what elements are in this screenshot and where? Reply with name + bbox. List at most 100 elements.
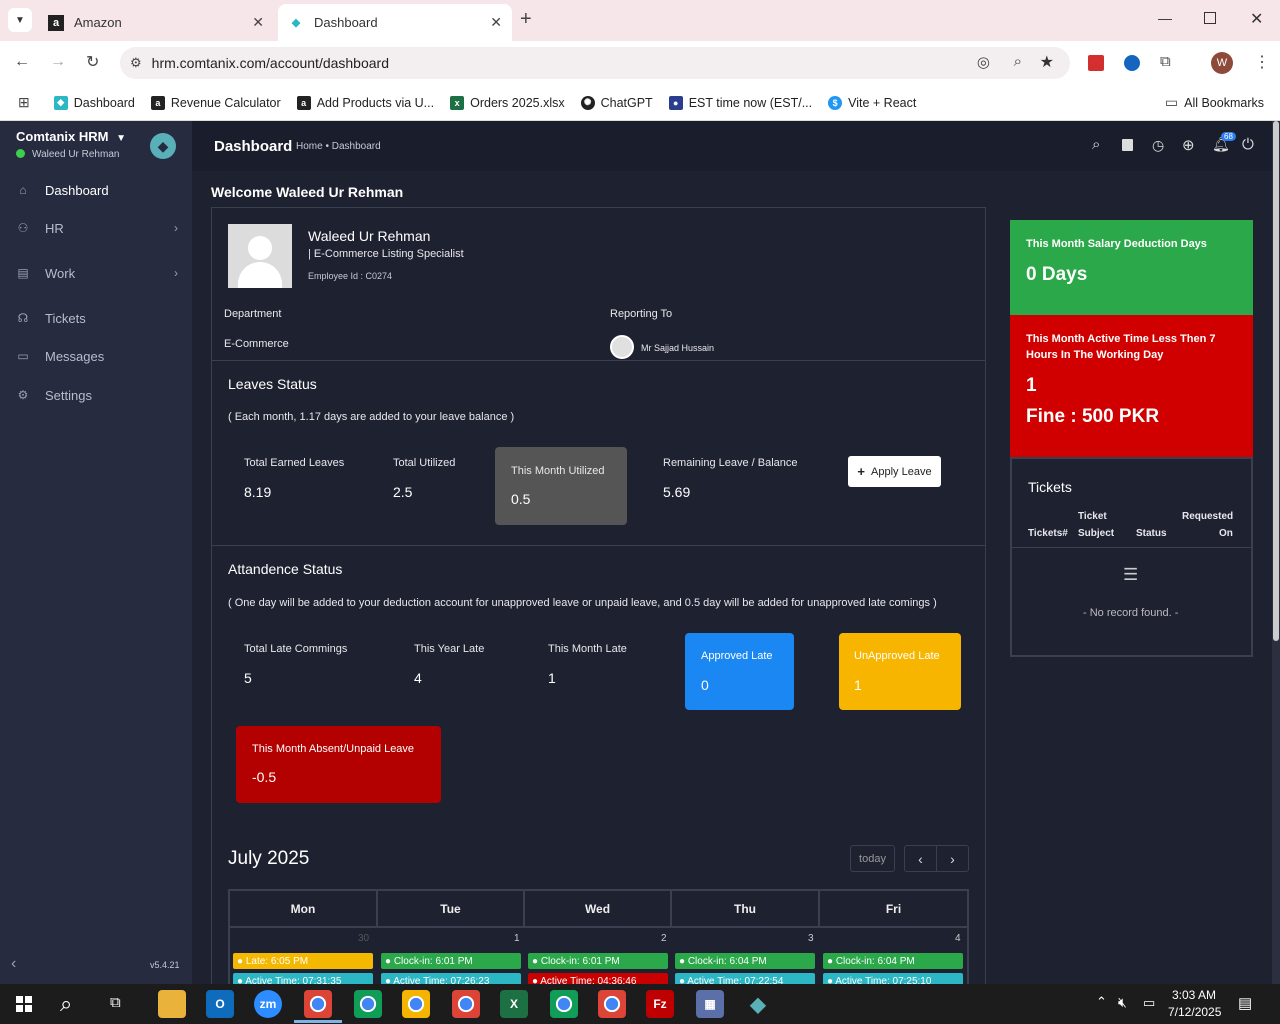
notification-center-icon[interactable]: ▤ xyxy=(1238,994,1252,1012)
apply-leave-button[interactable]: + Apply Leave xyxy=(848,456,941,487)
next-month-button[interactable]: › xyxy=(936,845,969,872)
calendar-event-clock[interactable]: ● Clock-in: 6:01 PM xyxy=(528,953,668,969)
tray-chevron-up-icon[interactable]: ⌃ xyxy=(1096,994,1107,1010)
tickets-col-number: Tickets# xyxy=(1028,528,1068,539)
new-tab-button[interactable]: + xyxy=(520,8,532,31)
calendar-event-active-time[interactable]: ● Active Time: 07:31:35 xyxy=(233,973,373,984)
apps-icon[interactable]: ⊞ xyxy=(18,94,30,111)
sidebar-item-tickets[interactable]: ☊ Tickets xyxy=(0,303,192,333)
comtanix-app-icon[interactable]: ◆ xyxy=(744,990,772,1018)
pdf-extension-icon[interactable] xyxy=(1088,55,1104,71)
tab-search-dropdown[interactable]: ▼ xyxy=(8,8,32,32)
calculator-icon[interactable]: ▦ xyxy=(696,990,724,1018)
calendar-event-clock[interactable]: ● Clock-in: 6:01 PM xyxy=(381,953,521,969)
calendar-day-header: Wed xyxy=(525,891,672,927)
bookmark-orders[interactable]: x Orders 2025.xlsx xyxy=(450,95,565,110)
total-utilized-label: Total Utilized xyxy=(393,457,456,469)
sidebar-item-label: Messages xyxy=(45,348,105,364)
chrome-icon[interactable] xyxy=(354,990,382,1018)
calendar-event-clock[interactable]: ● Late: 6:05 PM xyxy=(233,953,373,969)
close-tab-icon[interactable]: ✕ xyxy=(252,14,264,31)
bookmark-add-products[interactable]: a Add Products via U... xyxy=(296,95,434,110)
bookmark-star-icon[interactable]: ★ xyxy=(1040,52,1054,72)
calendar-event-active-time[interactable]: ● Active Time: 04:36:46 xyxy=(528,973,668,984)
add-circle-icon[interactable]: ⊕ xyxy=(1182,136,1195,154)
sidebar-item-settings[interactable]: ⚙ Settings xyxy=(0,380,192,410)
network-icon[interactable]: ▭ xyxy=(1143,995,1155,1011)
zoom-icon[interactable]: ⌕ xyxy=(1014,53,1022,70)
outlook-icon[interactable]: O xyxy=(206,990,234,1018)
sidebar-item-label: HR xyxy=(45,220,64,236)
search-icon[interactable]: ⌕ xyxy=(60,991,72,1017)
bookmark-dashboard[interactable]: ◆ Dashboard xyxy=(53,95,135,110)
total-earned-label: Total Earned Leaves xyxy=(244,457,345,469)
bookmark-revenue-calculator[interactable]: a Revenue Calculator xyxy=(150,95,281,110)
bookmark-vite-react[interactable]: $ Vite + React xyxy=(828,95,916,110)
clock-icon[interactable]: ◷ xyxy=(1152,137,1164,154)
notes-icon[interactable] xyxy=(1122,139,1133,151)
breadcrumb-current: Dashboard xyxy=(331,141,381,152)
windows-start-icon[interactable] xyxy=(16,996,32,1012)
remaining-label: Remaining Leave / Balance xyxy=(663,457,798,469)
sidebar-item-dashboard[interactable]: ⌂ Dashboard xyxy=(0,175,192,205)
calendar-event-active-time[interactable]: ● Active Time: 07:22:54 xyxy=(675,973,815,984)
address-bar[interactable]: ⚙ hrm.comtanix.com/account/dashboard ◎ ⌕… xyxy=(120,47,1070,79)
divider xyxy=(212,360,985,361)
calendar-grid: Mon Tue Wed Thu Fri 30 1 2 3 4 ● Late: 6… xyxy=(228,889,969,984)
salary-deduction-card: This Month Salary Deduction Days 0 Days xyxy=(1010,220,1253,315)
bookmark-est-time[interactable]: ● EST time now (EST/... xyxy=(668,95,812,110)
extension-icon[interactable] xyxy=(1124,55,1140,71)
employee-id: Employee Id : C0274 xyxy=(308,271,393,281)
calendar-event-clock[interactable]: ● Clock-in: 6:04 PM xyxy=(675,953,815,969)
sidebar-item-hr[interactable]: ⚇ HR › xyxy=(0,213,192,243)
zoom-icon[interactable]: zm xyxy=(254,990,282,1018)
power-icon[interactable]: ⏻ xyxy=(1242,136,1254,153)
volume-muted-icon[interactable]: 🔇︎ xyxy=(1118,994,1127,1011)
today-button[interactable]: today xyxy=(850,845,895,872)
all-bookmarks[interactable]: ▭ All Bookmarks xyxy=(1165,94,1264,111)
sidebar-item-work[interactable]: ▤ Work › xyxy=(0,258,192,288)
chrome-icon[interactable] xyxy=(304,990,332,1018)
forward-icon[interactable]: → xyxy=(50,53,66,71)
task-view-icon[interactable]: ⧉ xyxy=(110,994,121,1011)
brand-name[interactable]: Comtanix HRM ▼ xyxy=(16,129,126,144)
eye-off-icon[interactable]: ◎ xyxy=(977,53,990,71)
chrome-icon[interactable] xyxy=(598,990,626,1018)
page-scrollbar[interactable] xyxy=(1272,121,1280,984)
scrollbar-thumb[interactable] xyxy=(1273,121,1279,641)
collapse-sidebar-icon[interactable]: ‹ xyxy=(11,955,16,973)
profile-avatar[interactable]: W xyxy=(1211,52,1233,74)
url-text[interactable]: hrm.comtanix.com/account/dashboard xyxy=(152,55,389,71)
clock-date[interactable]: 7/12/2025 xyxy=(1168,1005,1221,1019)
excel-icon[interactable]: X xyxy=(500,990,528,1018)
month-utilized-card: This Month Utilized 0.5 xyxy=(495,447,627,525)
tab-amazon[interactable]: a Amazon ✕ xyxy=(38,4,274,41)
breadcrumb-home[interactable]: Home xyxy=(296,141,323,152)
calendar-event-active-time[interactable]: ● Active Time: 07:25:10 xyxy=(823,973,963,984)
prev-month-button[interactable]: ‹ xyxy=(904,845,937,872)
clock-time[interactable]: 3:03 AM xyxy=(1172,988,1216,1002)
puzzle-icon[interactable]: ⧉ xyxy=(1160,53,1171,70)
filezilla-icon[interactable]: Fz xyxy=(646,990,674,1018)
attendance-status-title: Attandence Status xyxy=(228,561,343,577)
chrome-icon[interactable] xyxy=(402,990,430,1018)
chrome-icon[interactable] xyxy=(452,990,480,1018)
attendance-note: ( One day will be added to your deductio… xyxy=(228,597,937,609)
tab-dashboard[interactable]: ◆ Dashboard ✕ xyxy=(278,4,512,41)
menu-icon[interactable]: ⋮ xyxy=(1254,52,1270,72)
bookmark-chatgpt[interactable]: ✺ ChatGPT xyxy=(580,95,653,110)
back-icon[interactable]: ← xyxy=(14,53,30,71)
site-info-icon[interactable]: ⚙ xyxy=(130,55,142,71)
search-icon[interactable]: ⌕ xyxy=(1092,136,1100,153)
calendar-day-header: Mon xyxy=(230,891,378,927)
chrome-icon[interactable] xyxy=(550,990,578,1018)
file-explorer-icon[interactable] xyxy=(158,990,186,1018)
close-tab-icon[interactable]: ✕ xyxy=(490,14,502,31)
minimize-icon[interactable]: — xyxy=(1158,10,1172,26)
close-window-icon[interactable]: ✕ xyxy=(1250,9,1263,29)
sidebar-item-messages[interactable]: ▭ Messages xyxy=(0,341,192,371)
reload-icon[interactable]: ↻ xyxy=(86,52,99,72)
restore-icon[interactable] xyxy=(1204,12,1216,24)
calendar-event-clock[interactable]: ● Clock-in: 6:04 PM xyxy=(823,953,963,969)
calendar-event-active-time[interactable]: ● Active Time: 07:26:23 xyxy=(381,973,521,984)
